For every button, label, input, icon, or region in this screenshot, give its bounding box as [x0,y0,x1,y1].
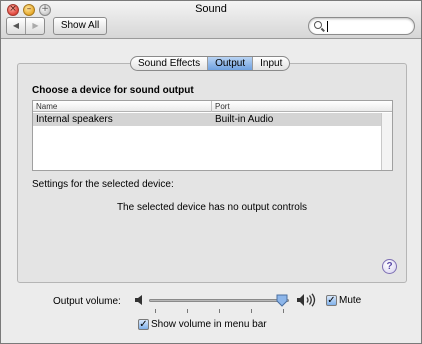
sound-preferences-window: × – + Sound ◀ ▶ Show All Sound Effects O… [0,0,422,344]
no-controls-message: The selected device has no output contro… [116,202,308,213]
back-forward-group: ◀ ▶ [6,17,45,35]
column-header-name[interactable]: Name [33,101,212,112]
device-port-cell: Built-in Audio [215,114,274,125]
tab-output[interactable]: Output [208,57,254,70]
slider-thumb[interactable] [276,294,288,307]
slider-tick [251,309,252,313]
slider-tick [283,309,284,313]
show-volume-menubar-checkbox[interactable]: ✓ [138,319,149,330]
search-icon [314,21,322,29]
table-header: Name Port [33,101,392,112]
table-scrollbar[interactable] [381,113,392,170]
checkmark-icon: ✓ [139,319,148,330]
back-arrow-icon[interactable]: ◀ [7,18,26,34]
search-field[interactable] [308,17,415,35]
checkmark-icon: ✓ [327,295,336,306]
device-table: Name Port Internal speakers Built-in Aud… [32,100,393,171]
output-volume-slider[interactable] [149,294,293,314]
text-cursor [327,21,328,32]
pane-heading: Choose a device for sound output [32,85,194,96]
slider-track[interactable] [149,299,289,302]
slider-tick [155,309,156,313]
table-row[interactable]: Internal speakers Built-in Audio [33,113,381,126]
show-all-button[interactable]: Show All [53,17,107,35]
output-volume-label: Output volume: [53,296,121,307]
slider-tick [187,309,188,313]
tab-bar: Sound Effects Output Input [130,56,291,71]
tab-sound-effects[interactable]: Sound Effects [131,57,209,70]
forward-arrow-icon[interactable]: ▶ [26,18,45,34]
column-header-port[interactable]: Port [212,101,392,112]
search-input[interactable] [326,19,411,33]
speaker-loud-icon[interactable] [296,293,318,307]
help-button[interactable]: ? [382,259,397,274]
tab-input[interactable]: Input [253,57,289,70]
mute-checkbox[interactable]: ✓ [326,295,337,306]
title-bar: × – + Sound ◀ ▶ Show All [1,1,421,39]
mute-label: Mute [339,295,362,306]
output-pane: Choose a device for sound output Name Po… [17,63,407,283]
show-volume-menubar-label: Show volume in menu bar [151,319,267,330]
speaker-quiet-icon[interactable] [134,294,146,306]
settings-label: Settings for the selected device: [32,179,174,190]
device-name-cell: Internal speakers [36,114,113,125]
window-title: Sound [195,3,227,15]
slider-tick [219,309,220,313]
